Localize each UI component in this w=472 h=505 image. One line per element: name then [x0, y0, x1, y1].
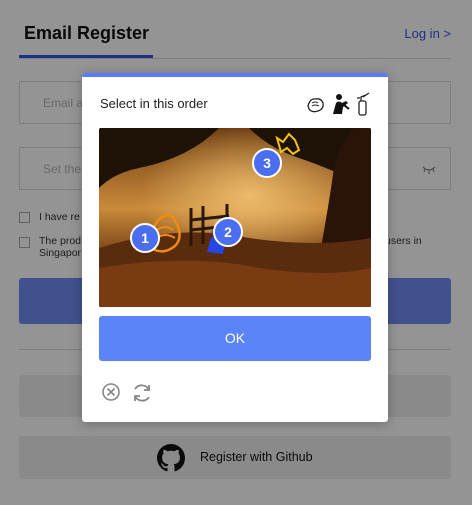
person-with-extinguisher-icon	[333, 94, 350, 114]
modal-accent-bar	[82, 73, 388, 77]
close-icon[interactable]	[101, 382, 121, 402]
clapping-hands-icon	[307, 98, 324, 113]
captcha-scene	[99, 128, 371, 307]
selection-marker-3[interactable]: 3	[252, 148, 282, 178]
selection-marker-2[interactable]: 2	[213, 217, 243, 247]
captcha-image[interactable]: 1 2 3	[99, 128, 371, 307]
fire-extinguisher-icon	[357, 92, 370, 116]
captcha-hint-icons	[307, 92, 370, 116]
captcha-modal: Select in this order 1 2 3 OK	[82, 73, 388, 422]
selection-marker-1[interactable]: 1	[130, 223, 160, 253]
refresh-icon[interactable]	[130, 381, 154, 405]
captcha-title: Select in this order	[100, 96, 208, 111]
captcha-ok-button[interactable]: OK	[99, 316, 371, 361]
